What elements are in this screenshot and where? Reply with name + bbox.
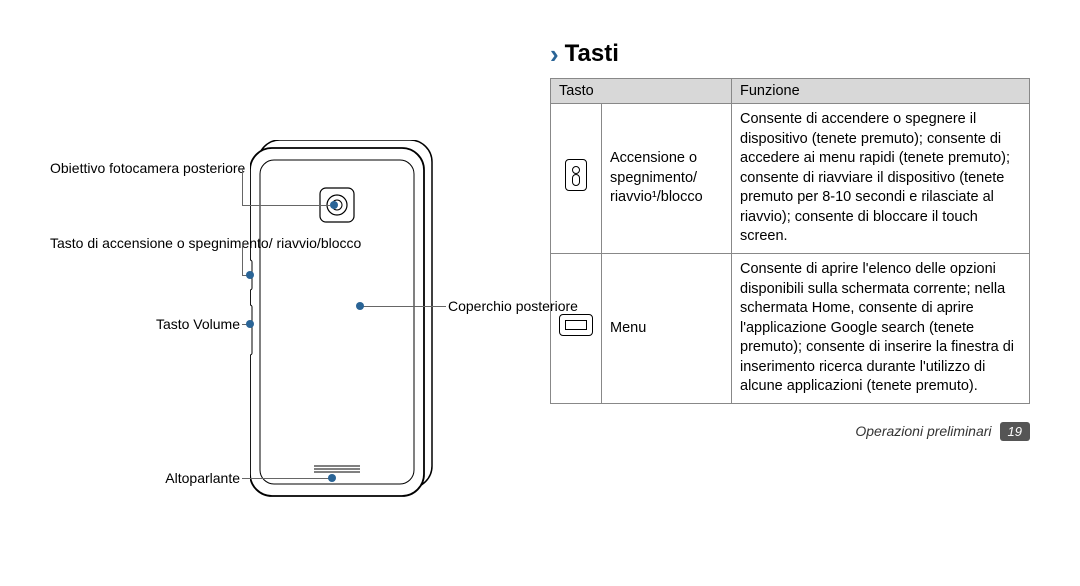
callout-camera: Obiettivo fotocamera posteriore (50, 160, 240, 178)
power-key-icon (565, 159, 587, 191)
device-diagram: Obiettivo fotocamera posteriore Tasto di… (50, 40, 510, 556)
dot-power (246, 271, 254, 279)
leader-camera-v (242, 168, 243, 206)
callout-volume-text: Tasto Volume (156, 316, 240, 332)
two-column-layout: Obiettivo fotocamera posteriore Tasto di… (50, 40, 1030, 556)
cell-func-power: Consente di accendere o spegnere il disp… (732, 104, 1030, 254)
device-back-illustration (250, 140, 440, 500)
table-row: Menu Consente di aprire l'elenco delle o… (551, 253, 1030, 403)
leader-back-cover (362, 306, 446, 307)
dot-camera (330, 201, 338, 209)
callout-speaker: Altoparlante (50, 470, 240, 488)
section-title: Tasti (565, 40, 619, 68)
cell-name-menu: Menu (602, 253, 732, 403)
callout-back-cover-text: Coperchio posteriore (448, 298, 578, 314)
callout-power-text: Tasto di accensione o spegnimento/ riavv… (50, 235, 361, 251)
callout-back-cover: Coperchio posteriore (448, 298, 578, 316)
cell-icon-menu (551, 253, 602, 403)
cell-func-menu: Consente di aprire l'elenco delle opzion… (732, 253, 1030, 403)
keys-section: › Tasti Tasto Funzione (550, 40, 1030, 556)
callout-camera-text: Obiettivo fotocamera posteriore (50, 160, 245, 176)
callout-speaker-text: Altoparlante (165, 470, 240, 486)
dot-speaker (328, 474, 336, 482)
keys-table: Tasto Funzione Accensione o spegnimento/… (550, 78, 1030, 404)
leader-power-v (242, 243, 243, 276)
page-number-badge: 19 (1000, 422, 1030, 441)
table-row: Accensione o spegnimento/ riavvio¹/blocc… (551, 104, 1030, 254)
page-root: Obiettivo fotocamera posteriore Tasto di… (0, 0, 1080, 586)
menu-key-icon (559, 314, 593, 336)
th-func: Funzione (732, 79, 1030, 104)
th-key: Tasto (551, 79, 732, 104)
leader-camera (242, 205, 330, 206)
chevron-icon: › (550, 41, 559, 67)
leader-speaker (242, 478, 330, 479)
cell-icon-power (551, 104, 602, 254)
section-heading: › Tasti (550, 40, 1030, 68)
footer-label: Operazioni preliminari (855, 423, 991, 439)
dot-back-cover (356, 302, 364, 310)
dot-volume (246, 320, 254, 328)
table-header-row: Tasto Funzione (551, 79, 1030, 104)
callout-power: Tasto di accensione o spegnimento/ riavv… (50, 235, 240, 253)
callout-volume: Tasto Volume (50, 316, 240, 334)
cell-name-power: Accensione o spegnimento/ riavvio¹/blocc… (602, 104, 732, 254)
page-footer: Operazioni preliminari 19 (550, 422, 1030, 441)
